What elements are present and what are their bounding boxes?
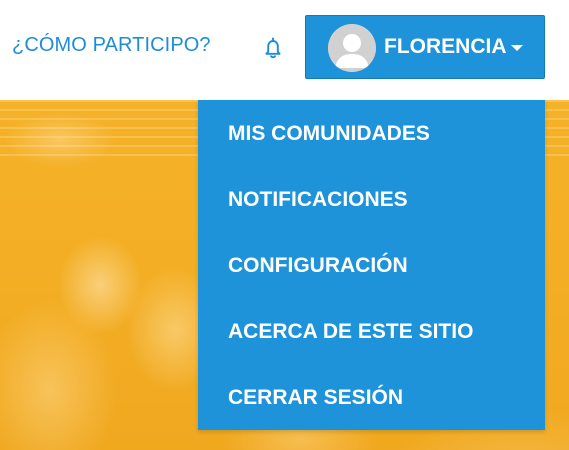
menu-item-mis-comunidades[interactable]: MIS COMUNIDADES bbox=[228, 122, 430, 146]
user-name: FLORENCIA bbox=[384, 35, 507, 58]
menu-item-acerca-de-este-sitio[interactable]: ACERCA DE ESTE SITIO bbox=[228, 320, 473, 344]
caret-down-icon bbox=[511, 45, 523, 51]
avatar bbox=[328, 24, 376, 72]
default-avatar-icon bbox=[328, 24, 376, 72]
menu-item-cerrar-sesion[interactable]: CERRAR SESIÓN bbox=[228, 386, 403, 410]
menu-item-configuracion[interactable]: CONFIGURACIÓN bbox=[228, 254, 408, 278]
page: ¿CÓMO PARTICIPO? FLORENCIA MIS COMUNIDAD… bbox=[0, 0, 569, 450]
top-header: ¿CÓMO PARTICIPO? FLORENCIA bbox=[0, 0, 569, 100]
how-to-participate-link[interactable]: ¿CÓMO PARTICIPO? bbox=[12, 34, 211, 57]
user-menu-button[interactable]: FLORENCIA bbox=[305, 15, 545, 79]
bell-icon[interactable] bbox=[260, 35, 286, 61]
menu-item-notificaciones[interactable]: NOTIFICACIONES bbox=[228, 188, 408, 212]
user-dropdown-menu: MIS COMUNIDADES NOTIFICACIONES CONFIGURA… bbox=[198, 100, 545, 430]
